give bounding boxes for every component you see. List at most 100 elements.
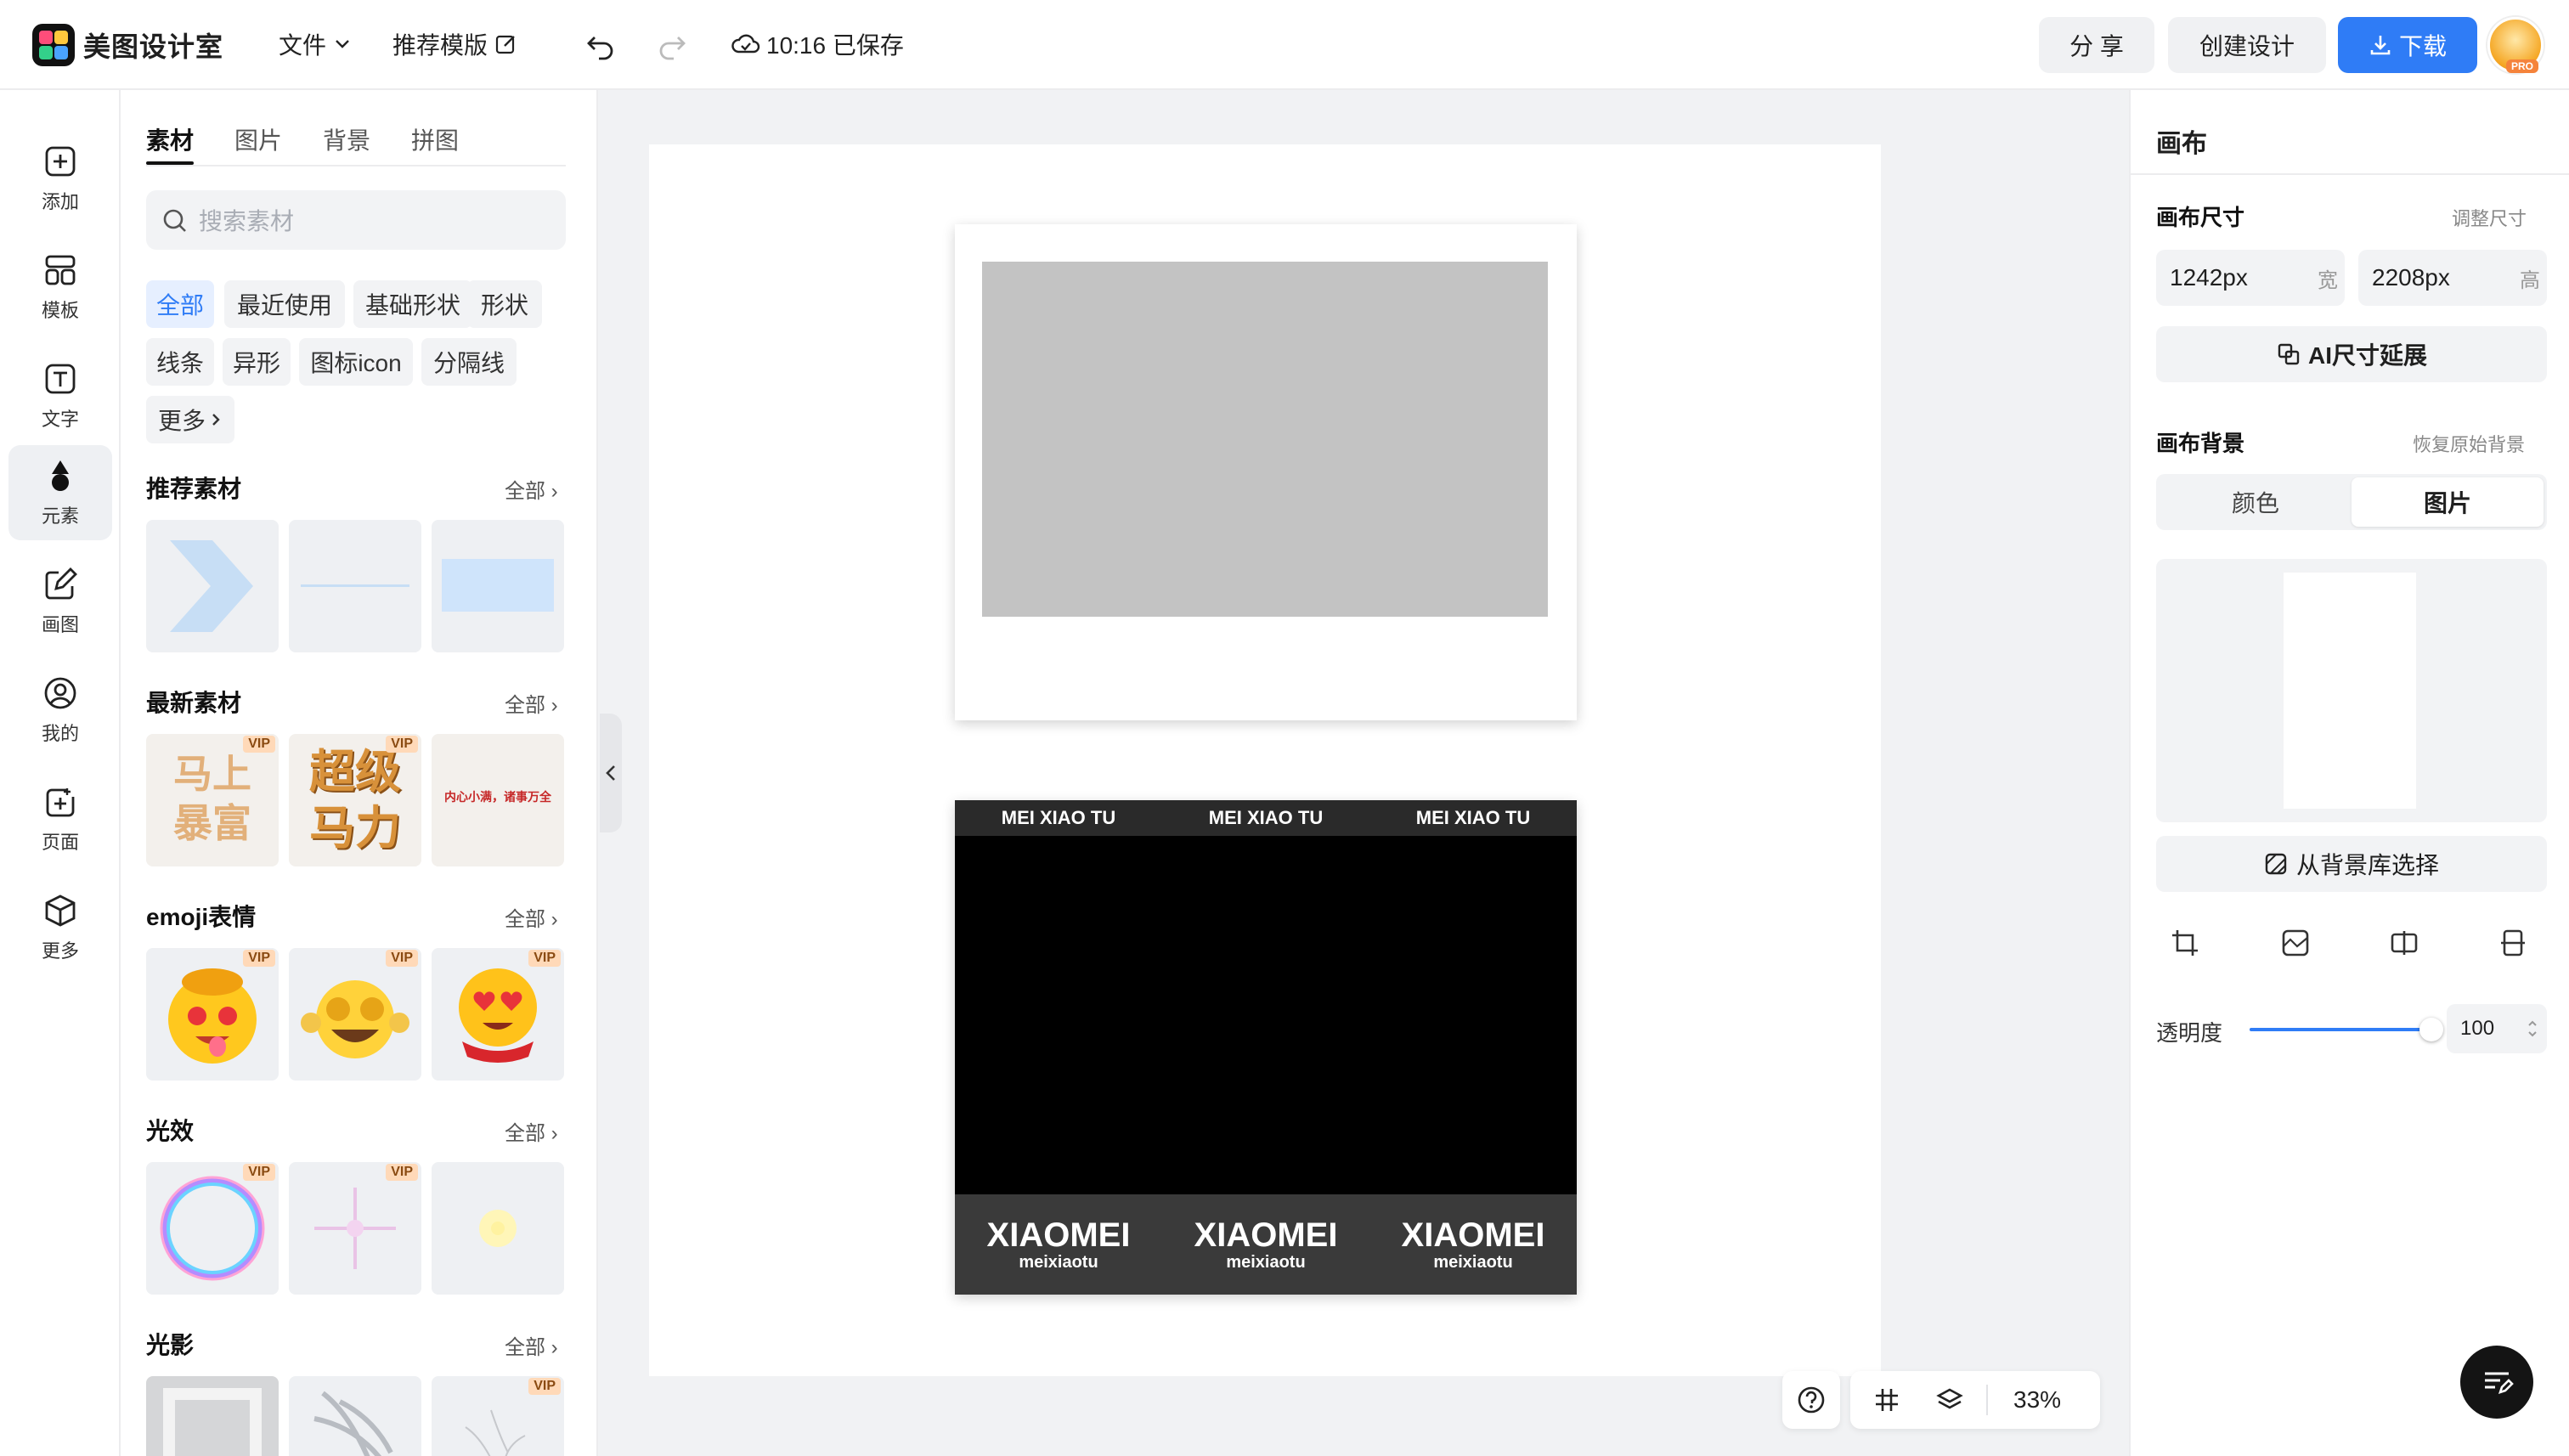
opacity-value: 100 xyxy=(2460,1017,2495,1040)
material-tile[interactable]: VIP xyxy=(432,948,564,1081)
rail-item-text[interactable]: 文字 xyxy=(8,348,112,443)
search-placeholder: 搜索素材 xyxy=(199,208,295,234)
palm-shadow-icon xyxy=(313,1391,393,1456)
user-icon xyxy=(44,677,76,709)
section-title-recommended: 推荐素材 xyxy=(146,476,242,502)
app-logo-icon[interactable] xyxy=(32,24,75,66)
photo-frame-filmstrip[interactable]: MEI XIAO TU MEI XIAO TU MEI XIAO TU XIAO… xyxy=(955,800,1577,1295)
material-tile[interactable]: VIP xyxy=(432,1376,564,1456)
flip-vertical-icon[interactable] xyxy=(2498,928,2528,958)
chip-dividers[interactable]: 分隔线 xyxy=(421,338,517,386)
material-tile[interactable] xyxy=(146,1376,279,1456)
sparkle-icon xyxy=(314,1188,396,1269)
brand-name[interactable]: 美图设计室 xyxy=(83,25,223,65)
resize-link[interactable]: 调整尺寸 xyxy=(2452,204,2527,231)
chip-all[interactable]: 全部 xyxy=(146,280,214,328)
ai-extend-button[interactable]: AI尺寸延展 xyxy=(2156,326,2547,382)
material-tile[interactable]: VIP xyxy=(289,1162,421,1295)
see-all-link[interactable]: 全部 › xyxy=(505,1330,558,1360)
redo-icon[interactable] xyxy=(656,29,688,61)
tile-text: 内心小满，诸事万全 xyxy=(444,790,551,804)
opacity-slider-knob[interactable] xyxy=(2419,1018,2443,1041)
layers-icon[interactable] xyxy=(1935,1385,1964,1414)
share-button[interactable]: 分 享 xyxy=(2039,17,2154,73)
grid-icon[interactable] xyxy=(1872,1385,1901,1414)
material-tile[interactable]: VIP xyxy=(146,1162,279,1295)
width-field[interactable]: 1242px 宽 xyxy=(2156,250,2345,306)
filmstrip-top-text: MEI XIAO TU xyxy=(1415,807,1531,828)
download-button[interactable]: 下载 xyxy=(2338,17,2477,73)
undo-icon[interactable] xyxy=(584,29,617,61)
filmstrip-caption: XIAOMEI meixiaotu xyxy=(1194,1217,1338,1273)
chip-recent[interactable]: 最近使用 xyxy=(224,280,345,328)
bg-tab-color[interactable]: 颜色 xyxy=(2160,477,2352,527)
photo-frame-white[interactable] xyxy=(955,224,1577,720)
see-all-link[interactable]: 全部 › xyxy=(505,474,558,504)
page-add-icon xyxy=(46,788,75,817)
rail-item-mine[interactable]: 我的 xyxy=(8,663,112,758)
create-design-button[interactable]: 创建设计 xyxy=(2168,17,2326,73)
rail-label: 文字 xyxy=(41,409,79,430)
bg-tab-image[interactable]: 图片 xyxy=(2352,477,2544,527)
recommend-template-label: 推荐模版 xyxy=(392,32,488,59)
material-tile[interactable] xyxy=(289,1376,421,1456)
material-tile[interactable] xyxy=(146,520,279,652)
stepper-icon[interactable] xyxy=(2527,1016,2538,1041)
quick-actions-button[interactable] xyxy=(2460,1346,2533,1419)
rail-item-more[interactable]: 更多 xyxy=(8,880,112,975)
material-tile[interactable]: 马上暴富 VIP xyxy=(146,734,279,866)
material-tile[interactable] xyxy=(289,520,421,652)
rail-item-add[interactable]: 添加 xyxy=(8,131,112,226)
material-tile[interactable]: VIP xyxy=(146,948,279,1081)
caption-sub: meixiaotu xyxy=(1226,1252,1306,1272)
ai-resize-icon xyxy=(2278,343,2300,365)
see-all-link[interactable]: 全部 › xyxy=(505,688,558,718)
material-tile[interactable] xyxy=(432,1162,564,1295)
text-icon xyxy=(45,364,76,394)
material-tile[interactable] xyxy=(432,520,564,652)
material-tile[interactable]: VIP xyxy=(289,948,421,1081)
bg-preview[interactable] xyxy=(2156,559,2547,822)
filmstrip-top-text: MEI XIAO TU xyxy=(1208,807,1324,828)
help-button[interactable] xyxy=(1782,1371,1840,1429)
rail-item-page[interactable]: 页面 xyxy=(8,771,112,866)
save-status: 10:16 已保存 xyxy=(731,27,904,61)
caption-title: XIAOMEI xyxy=(1194,1216,1338,1254)
opacity-slider-track[interactable] xyxy=(2250,1018,2443,1041)
chip-icons[interactable]: 图标icon xyxy=(299,338,413,386)
chip-more[interactable]: 更多 xyxy=(146,396,234,443)
photo-placeholder[interactable] xyxy=(982,262,1548,617)
chip-lines[interactable]: 线条 xyxy=(146,338,214,386)
tab-materials[interactable]: 素材 xyxy=(146,122,194,156)
height-field[interactable]: 2208px 高 xyxy=(2358,250,2547,306)
see-all-link[interactable]: 全部 › xyxy=(505,902,558,932)
material-tile[interactable]: 内心小满，诸事万全 xyxy=(432,734,564,866)
rail-label: 更多 xyxy=(41,940,79,962)
panel-title: 画布 xyxy=(2156,130,2207,158)
canvas-bg-label: 画布背景 xyxy=(2156,431,2245,456)
heart-eyes-emoji-icon xyxy=(459,968,537,1063)
rail-item-draw[interactable]: 画图 xyxy=(8,554,112,649)
chip-irregular[interactable]: 异形 xyxy=(223,338,291,386)
collapse-panel-button[interactable] xyxy=(600,714,622,832)
chip-basic-shapes[interactable]: 基础形状 xyxy=(353,280,472,328)
see-all-link[interactable]: 全部 › xyxy=(505,1116,558,1146)
crop-icon[interactable] xyxy=(2170,928,2200,958)
tab-backgrounds[interactable]: 背景 xyxy=(323,122,370,156)
rail-item-elements[interactable]: 元素 xyxy=(8,445,112,540)
zoom-level[interactable]: 33% xyxy=(2013,1386,2061,1414)
tab-images[interactable]: 图片 xyxy=(234,122,282,156)
material-tile[interactable]: 超级马力 VIP xyxy=(289,734,421,866)
bg-library-button[interactable]: 从背景库选择 xyxy=(2156,836,2547,892)
search-input[interactable]: 搜索素材 xyxy=(146,190,566,250)
tab-collage[interactable]: 拼图 xyxy=(411,122,459,156)
file-menu[interactable]: 文件 xyxy=(279,27,352,61)
opacity-input[interactable]: 100 xyxy=(2447,1004,2547,1053)
recommend-template-menu[interactable]: 推荐模版 xyxy=(392,27,518,61)
chip-shapes[interactable]: 形状 xyxy=(467,280,542,328)
flip-horizontal-icon[interactable] xyxy=(2389,928,2419,958)
rail-item-template[interactable]: 模板 xyxy=(8,240,112,335)
restore-bg-link[interactable]: 恢复原始背景 xyxy=(2413,430,2525,457)
image-filter-icon[interactable] xyxy=(2280,928,2311,958)
rectangle-shape xyxy=(442,559,554,612)
